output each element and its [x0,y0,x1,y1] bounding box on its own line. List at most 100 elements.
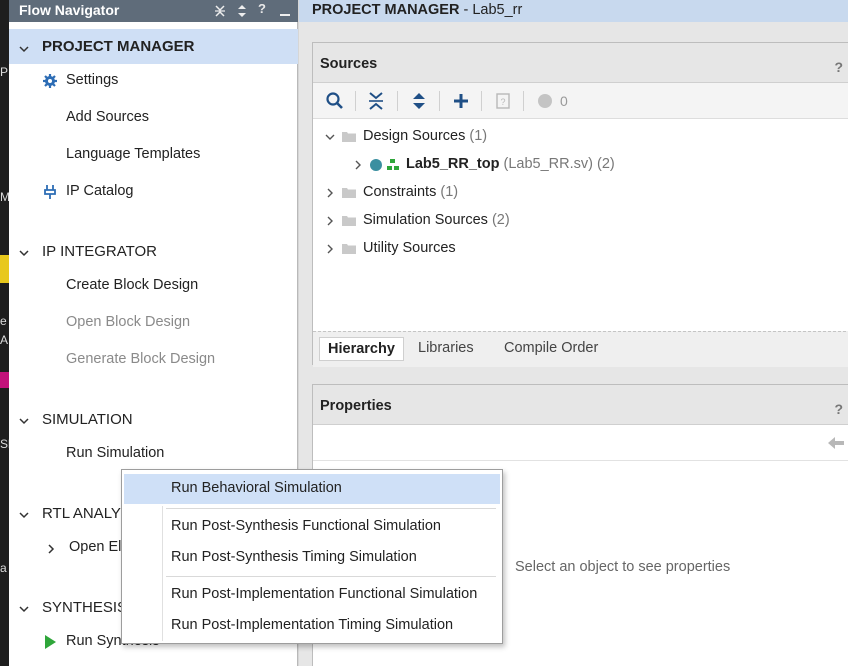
tree-node-constraints[interactable]: Constraints (1) [313,180,848,206]
play-icon [45,635,56,649]
nav-item-language-templates[interactable]: Language Templates [9,144,298,168]
section-label: IP INTEGRATOR [42,243,158,260]
menu-item-label: Run Post-Implementation Functional Simul… [171,586,478,602]
nav-item-open-block-design: Open Block Design [9,312,298,336]
sources-title-bar: Sources ? [313,43,848,83]
folder-icon [342,244,356,254]
page-title: PROJECT MANAGER - Lab5_rr [312,2,522,18]
section-project-manager[interactable]: PROJECT MANAGER [9,36,298,60]
nav-item-label: Settings [66,72,119,88]
section-label: SIMULATION [42,411,133,428]
nav-item-label: Add Sources [66,109,150,125]
nav-item-generate-block-design: Generate Block Design [9,349,298,373]
section-simulation[interactable]: SIMULATION [9,409,298,433]
search-icon[interactable] [325,91,345,111]
nav-item-label: Open Block Design [66,314,191,330]
expand-all-icon[interactable] [236,4,248,18]
collapse-all-icon[interactable] [214,4,226,18]
properties-icon: ? [496,93,510,109]
tree-node-lab5-rr-top[interactable]: Lab5_RR_top (Lab5_RR.sv) (2) [313,152,848,178]
status-circle-icon [538,94,552,108]
section-label: RTL ANALYS [42,505,131,522]
svg-text:?: ? [500,97,505,107]
status-count: 0 [560,93,568,109]
menu-separator [166,576,496,577]
menu-item-post-synthesis-timing[interactable]: Run Post-Synthesis Timing Simulation [124,543,500,573]
hierarchy-icon [387,159,399,170]
folder-icon [342,216,356,226]
chevron-right-icon[interactable] [324,187,336,199]
nav-item-create-block-design[interactable]: Create Block Design [9,275,298,299]
main-header: PROJECT MANAGER - Lab5_rr [299,0,848,22]
properties-empty-message: Select an object to see properties [515,559,731,575]
properties-toolbar [313,425,848,461]
flow-navigator-title-bar: Flow Navigator ? [9,0,298,22]
tab-libraries[interactable]: Libraries [410,337,482,361]
top-module-dot-icon [370,159,382,171]
tab-compile-order[interactable]: Compile Order [496,337,606,361]
menu-item-post-implementation-functional[interactable]: Run Post-Implementation Functional Simul… [124,580,500,610]
help-icon[interactable]: ? [834,401,843,417]
sources-title: Sources [320,56,378,72]
tree-node-label: Constraints (1) [363,184,459,200]
page-title-section: PROJECT MANAGER [312,2,460,18]
help-icon[interactable]: ? [834,59,843,75]
nav-item-settings[interactable]: Settings [9,70,298,94]
chevron-down-icon[interactable] [18,43,30,55]
chevron-down-icon[interactable] [18,603,30,615]
folder-icon [342,188,356,198]
chevron-down-icon[interactable] [324,131,336,143]
nav-item-label: IP Catalog [66,183,134,199]
collapse-all-icon[interactable] [366,91,386,111]
gear-icon [43,74,57,88]
menu-item-post-implementation-timing[interactable]: Run Post-Implementation Timing Simulatio… [124,611,500,641]
section-ip-integrator[interactable]: IP INTEGRATOR [9,241,298,265]
menu-item-run-behavioral-simulation[interactable]: Run Behavioral Simulation [124,474,500,504]
run-simulation-context-menu: Run Behavioral Simulation Run Post-Synth… [121,469,503,644]
desktop-text: a [0,561,7,575]
chevron-down-icon[interactable] [18,247,30,259]
tree-node-design-sources[interactable]: Design Sources (1) [313,124,848,150]
section-label: SYNTHESIS [42,599,128,616]
page-title-project: - Lab5_rr [459,2,523,18]
flow-navigator-title: Flow Navigator [19,2,120,18]
back-arrow-icon[interactable] [827,436,845,450]
chevron-right-icon[interactable] [352,159,364,171]
tab-hierarchy[interactable]: Hierarchy [319,337,404,361]
chevron-down-icon[interactable] [18,509,30,521]
nav-item-run-simulation[interactable]: Run Simulation [9,443,298,467]
tree-node-label: Simulation Sources (2) [363,212,510,228]
tree-node-utility-sources[interactable]: Utility Sources [313,236,848,262]
desktop-strip: P M e A Sh a [0,0,15,666]
properties-title-bar: Properties ? [313,385,848,425]
toolbar-separator [439,91,440,111]
chevron-down-icon[interactable] [18,415,30,427]
toolbar-separator [523,91,524,111]
nav-item-label: Language Templates [66,146,201,162]
toolbar-separator [481,91,482,111]
add-icon[interactable] [451,91,471,111]
expand-all-icon[interactable] [409,91,429,111]
nav-item-add-sources[interactable]: Add Sources [9,107,298,131]
nav-item-label: Create Block Design [66,277,199,293]
tree-node-simulation-sources[interactable]: Simulation Sources (2) [313,208,848,234]
minimize-icon[interactable] [279,4,291,18]
sources-toolbar: ? 0 [313,83,848,119]
menu-item-label: Run Post-Implementation Timing Simulatio… [171,617,454,633]
desktop-text: P [0,65,9,79]
nav-item-label: Generate Block Design [66,351,216,367]
toolbar-separator [397,91,398,111]
menu-item-post-synthesis-functional[interactable]: Run Post-Synthesis Functional Simulation [124,512,500,542]
section-label: PROJECT MANAGER [42,38,195,55]
chevron-right-icon[interactable] [45,543,57,555]
help-icon[interactable]: ? [258,1,266,16]
menu-item-label: Run Behavioral Simulation [171,480,342,496]
tree-node-label: Utility Sources [363,240,456,256]
chevron-right-icon[interactable] [324,215,336,227]
vivado-window: P M e A Sh a Flow Navigator ? PROJECT MA… [0,0,848,666]
chevron-right-icon[interactable] [324,243,336,255]
nav-item-ip-catalog[interactable]: IP Catalog [9,181,298,205]
desktop-icon-magenta [0,372,9,388]
desktop-text: A [0,333,9,347]
sources-panel: Sources ? ? 0 Design Sources (1) Lab5_RR… [312,42,848,367]
